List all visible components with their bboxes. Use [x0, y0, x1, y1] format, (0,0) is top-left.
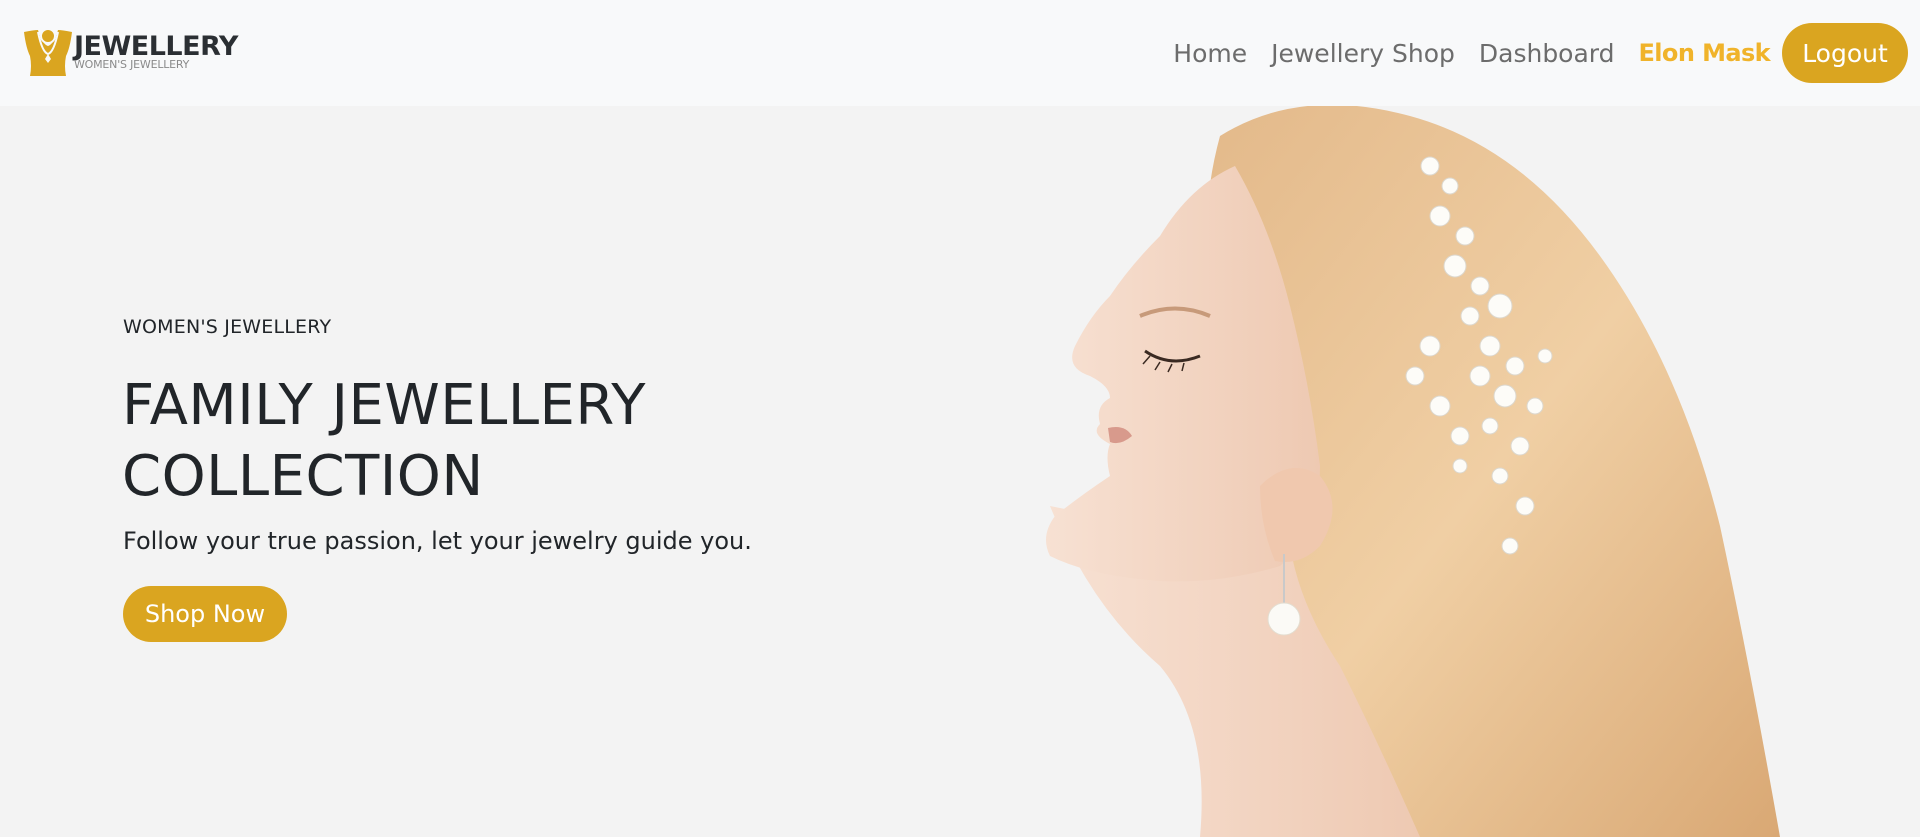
- brand-logo-link[interactable]: JEWELLERY WOMEN'S JEWELLERY: [20, 26, 238, 78]
- hero-section: WOMEN'S JEWELLERY FAMILY JEWELLERY COLLE…: [0, 106, 1920, 837]
- hero-tagline: Follow your true passion, let your jewel…: [123, 527, 752, 555]
- logout-button[interactable]: Logout: [1782, 23, 1908, 83]
- nav-links: Home Jewellery Shop Dashboard Elon Mask …: [1149, 23, 1908, 83]
- nav-user-name-link[interactable]: Elon Mask: [1639, 39, 1771, 67]
- hero-headline: FAMILY JEWELLERY COLLECTION: [122, 373, 646, 509]
- hero-woman-profile-image: [1046, 106, 1780, 837]
- nav-home-link[interactable]: Home: [1173, 39, 1247, 68]
- shop-now-button[interactable]: Shop Now: [123, 586, 287, 642]
- nav-jewellery-shop-link[interactable]: Jewellery Shop: [1271, 39, 1455, 68]
- nav-dashboard-link[interactable]: Dashboard: [1479, 39, 1615, 68]
- navbar: JEWELLERY WOMEN'S JEWELLERY Home Jewelle…: [0, 0, 1920, 106]
- brand-title: JEWELLERY: [74, 31, 238, 62]
- necklace-bust-icon: [24, 28, 72, 76]
- hero-eyebrow: WOMEN'S JEWELLERY: [123, 316, 332, 338]
